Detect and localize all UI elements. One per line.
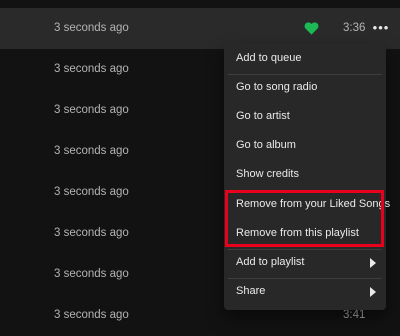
liked-heart-icon[interactable]: [304, 21, 319, 36]
menu-item-show-credits[interactable]: Show credits: [228, 160, 382, 189]
date-added: 3 seconds ago: [54, 104, 129, 116]
menu-item-go-to-artist[interactable]: Go to artist: [228, 102, 382, 131]
more-options-icon[interactable]: •••: [372, 20, 390, 36]
date-added: 3 seconds ago: [54, 145, 129, 157]
date-added: 3 seconds ago: [54, 63, 129, 75]
menu-item-go-to-song-radio[interactable]: Go to song radio: [228, 73, 382, 102]
date-added: 3 seconds ago: [54, 227, 129, 239]
menu-item-go-to-album[interactable]: Go to album: [228, 131, 382, 160]
date-added: 3 seconds ago: [54, 186, 129, 198]
menu-item-add-to-queue[interactable]: Add to queue: [228, 44, 382, 73]
context-menu: Add to queue Go to song radio Go to arti…: [224, 43, 390, 310]
menu-item-label: Add to queue: [236, 52, 302, 64]
date-added: 3 seconds ago: [54, 268, 129, 280]
menu-item-label: Add to playlist: [236, 256, 305, 268]
menu-item-label: Go to song radio: [236, 81, 318, 93]
menu-item-label: Share: [236, 285, 266, 297]
red-highlight-box: [225, 190, 384, 247]
submenu-arrow-icon: [370, 287, 376, 297]
menu-item-label: Show credits: [236, 168, 299, 180]
submenu-arrow-icon: [370, 258, 376, 268]
date-added: 3 seconds ago: [54, 22, 129, 34]
menu-item-label: Go to album: [236, 139, 296, 151]
menu-item-add-to-playlist[interactable]: Add to playlist: [228, 248, 382, 277]
date-added: 3 seconds ago: [54, 309, 129, 321]
menu-item-share[interactable]: Share: [228, 277, 382, 306]
menu-item-label: Go to artist: [236, 110, 290, 122]
